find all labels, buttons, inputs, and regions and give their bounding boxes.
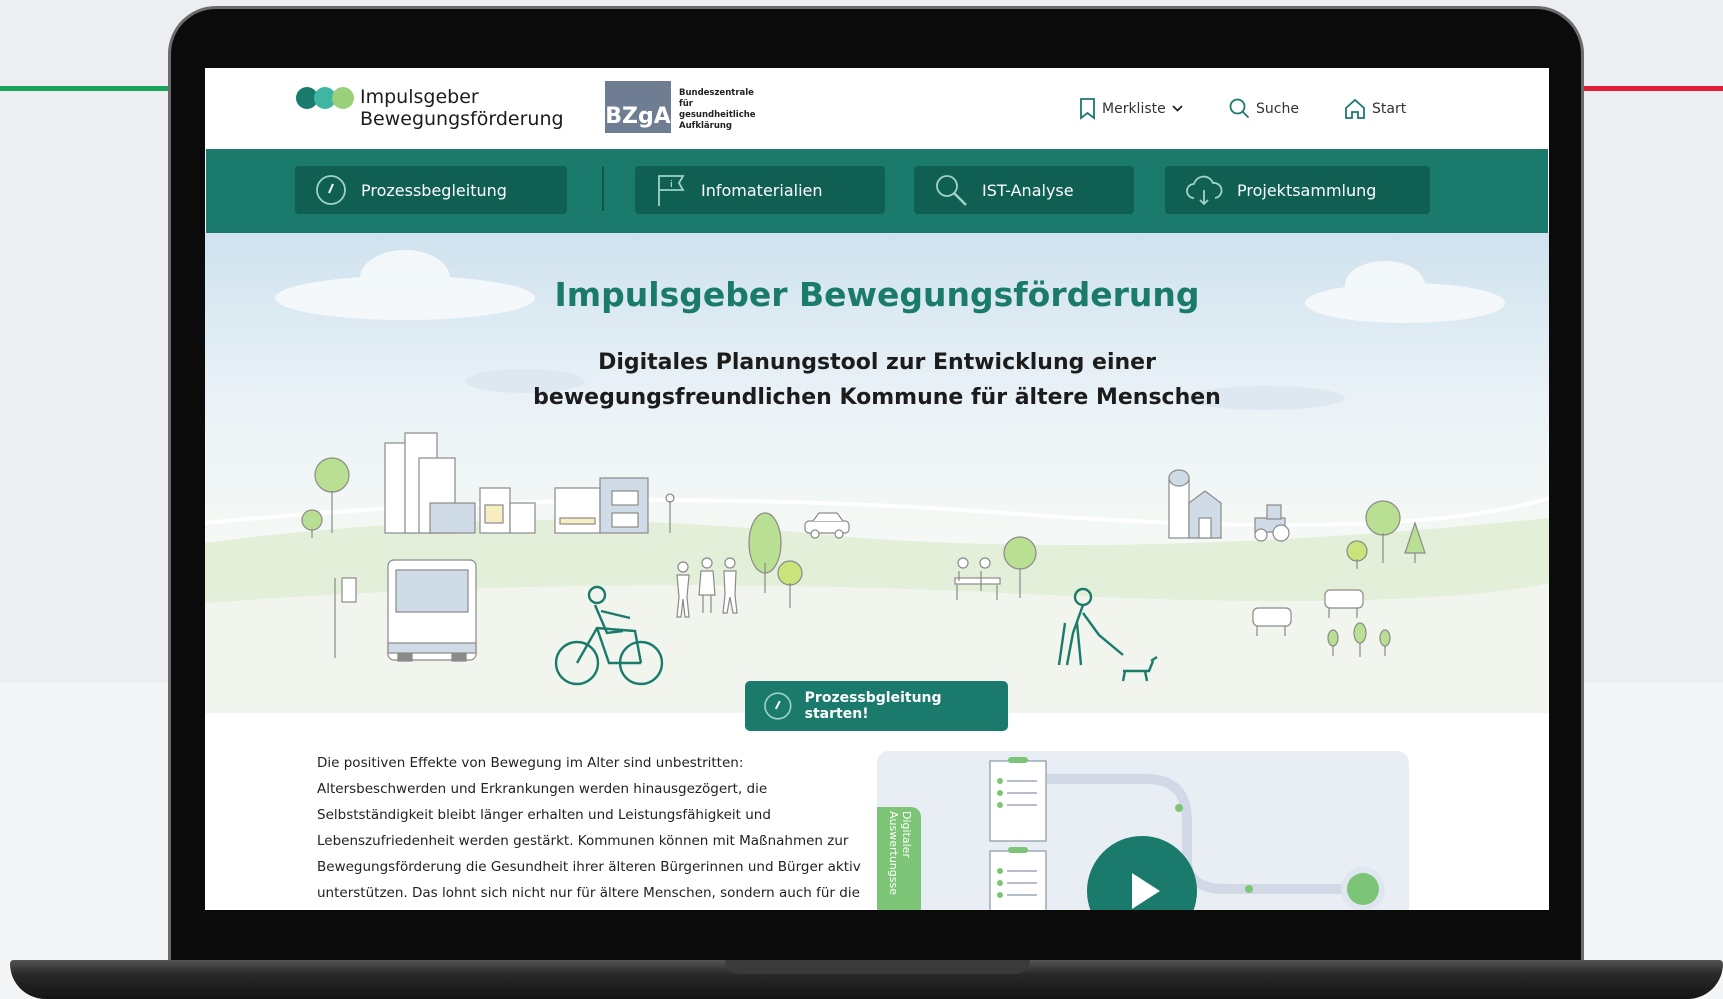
video-teaser[interactable]: Digitaler Auswertungsse (877, 751, 1409, 910)
nav-divider (602, 167, 604, 211)
compass-icon (764, 692, 792, 720)
svg-text:i: i (670, 180, 673, 190)
site-logo-text[interactable]: Impulsgeber Bewegungsförderung (360, 86, 564, 130)
logo-line1: Impulsgeber (360, 86, 479, 108)
start-process-button[interactable]: Prozessbgleitung starten! (745, 681, 1008, 731)
search-label: Suche (1256, 100, 1299, 117)
compass-icon (316, 175, 346, 205)
hero-title: Impulsgeber Bewegungsförderung (554, 275, 1200, 314)
nav-item-ist-analyse[interactable]: IST-Analyse (914, 166, 1134, 214)
buildings-icon (384, 432, 649, 534)
bzga-badge-text: BZgA (605, 104, 671, 129)
hero-subtitle: Digitales Planungstool zur Entwicklung e… (205, 345, 1549, 415)
nav-label-ist-analyse: IST-Analyse (982, 180, 1074, 200)
green-accent-line (0, 86, 175, 91)
nav-item-infomaterialien[interactable]: i Infomaterialien (635, 166, 885, 214)
home-icon (1345, 98, 1365, 119)
bzga-line1: Bundeszentrale (679, 88, 754, 98)
nav-label-infomaterialien: Infomaterialien (701, 180, 823, 200)
main-nav: Prozessbegleitung i Infomaterialien IST-… (206, 149, 1548, 233)
start-link[interactable]: Start (1344, 98, 1406, 120)
red-accent-line (1583, 86, 1723, 91)
intro-line: Lebenszufriedenheit werden gestärkt. Kom… (317, 833, 849, 849)
nav-item-prozessbegleitung[interactable]: Prozessbegleitung (295, 166, 567, 214)
start-process-label: Prozessbgleitung starten! (804, 690, 942, 722)
merkliste-dropdown[interactable]: Merkliste (1079, 98, 1183, 120)
cloud-icon (1186, 175, 1223, 206)
hero-section: Impulsgeber Bewegungsförderung Digitales… (205, 233, 1549, 713)
bzga-line2: für (679, 99, 693, 109)
magnifier-icon (936, 175, 967, 206)
bzga-line3: gesundheitliche (679, 110, 756, 120)
intro-line: unterstützen. Das lohnt sich nicht nur f… (317, 885, 860, 901)
flag-info-icon: i (658, 175, 685, 206)
nav-label-projektsammlung: Projektsammlung (1237, 180, 1377, 200)
intro-line: Altersbeschwerden und Erkrankungen werde… (317, 781, 768, 797)
farm-icon (1168, 469, 1222, 539)
laptop-screen: Impulsgeber Bewegungsförderung BZgA Bund… (205, 68, 1549, 910)
merkliste-label: Merkliste (1102, 101, 1166, 117)
chevron-down-icon (1172, 105, 1183, 112)
nav-item-projektsammlung[interactable]: Projektsammlung (1165, 166, 1430, 214)
intro-line: Die positiven Effekte von Bewegung im Al… (317, 755, 744, 771)
search-link[interactable]: Suche (1229, 98, 1299, 119)
hero-subtitle-line2: bewegungsfreundlichen Kommune für ältere… (533, 385, 1221, 410)
intro-text: Die positiven Effekte von Bewegung im Al… (317, 750, 862, 906)
nav-label-prozessbegleitung: Prozessbegleitung (361, 180, 507, 200)
car-icon (804, 512, 850, 539)
search-icon (1229, 98, 1250, 119)
bzga-line4: Aufklärung (679, 121, 733, 131)
laptop-notch (725, 960, 1030, 974)
logo-line2: Bewegungsförderung (360, 108, 564, 130)
start-label: Start (1372, 101, 1407, 117)
site-header: Impulsgeber Bewegungsförderung BZgA Bund… (205, 68, 1549, 149)
intro-line: Selbstständigkeit bleibt länger erhalten… (317, 807, 771, 823)
tree-icon (301, 457, 350, 538)
intro-line: Bewegungsförderung die Gesundheit ihrer … (317, 859, 861, 875)
hero-subtitle-line1: Digitales Planungstool zur Entwicklung e… (598, 350, 1156, 375)
bookmark-icon (1080, 98, 1095, 120)
bzga-logo[interactable]: BZgA (605, 81, 671, 133)
logo-icon[interactable] (296, 87, 356, 109)
bzga-caption: Bundeszentrale für gesundheitliche Aufkl… (679, 88, 769, 132)
tractor-icon (1254, 504, 1290, 542)
process-diagram (989, 757, 1385, 910)
